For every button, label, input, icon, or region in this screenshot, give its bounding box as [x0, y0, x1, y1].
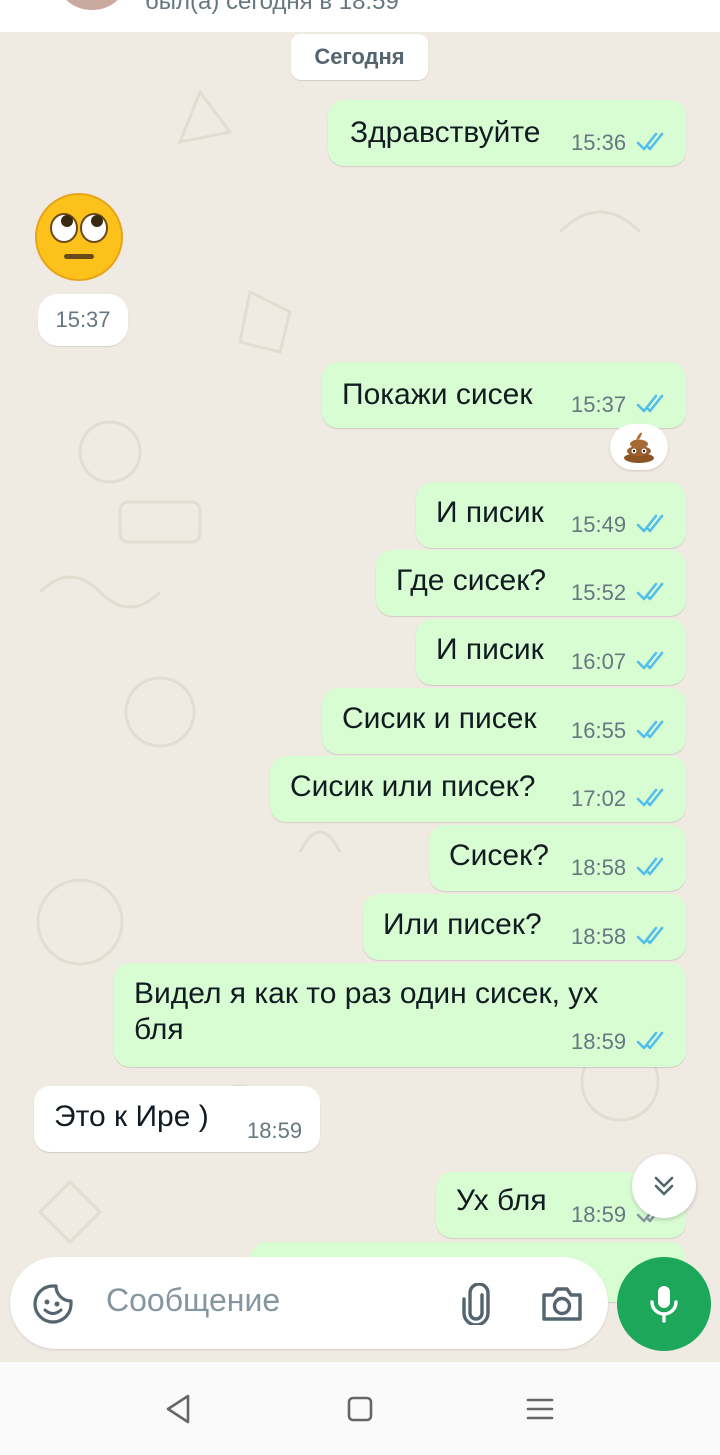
- message-outgoing[interactable]: Видел я как то раз один сисек, ух бля 18…: [114, 963, 686, 1067]
- message-text: Ух бля: [456, 1184, 547, 1217]
- message-time: 15:49: [571, 512, 627, 537]
- message-text: И писик: [436, 496, 544, 529]
- nav-home-icon[interactable]: [343, 1392, 377, 1426]
- message-outgoing[interactable]: Или писек? 18:58: [363, 894, 686, 960]
- message-text: Сисек?: [449, 839, 549, 872]
- message-outgoing[interactable]: Сисек? 18:58: [429, 825, 686, 891]
- message-time: 16:07: [571, 649, 627, 674]
- message-time: 15:36: [571, 130, 627, 155]
- sticker-icon[interactable]: [32, 1283, 74, 1325]
- mic-icon: [650, 1286, 678, 1323]
- attach-icon[interactable]: [458, 1283, 494, 1325]
- read-ticks-icon: [636, 857, 664, 876]
- last-seen-status: был(а) сегодня в 18:59: [145, 0, 399, 15]
- message-text: И писик: [436, 633, 544, 666]
- rolling-eyes-emoji-icon: [35, 193, 123, 281]
- date-divider: Сегодня: [291, 34, 428, 80]
- message-outgoing[interactable]: Где сисек? 15:52: [376, 550, 686, 616]
- read-ticks-icon: [636, 1031, 664, 1050]
- chat-header[interactable]: был(а) сегодня в 18:59: [0, 0, 720, 32]
- message-time: 15:37: [571, 392, 627, 417]
- message-time: 18:58: [571, 924, 627, 949]
- read-ticks-icon: [636, 394, 664, 413]
- message-outgoing[interactable]: И писик 16:07: [416, 619, 686, 685]
- message-outgoing[interactable]: Покажи сисек 15:37: [322, 362, 686, 428]
- message-text: Сисик или писек?: [290, 770, 536, 803]
- poo-icon: [624, 432, 654, 463]
- message-input[interactable]: Сообщение: [106, 1282, 280, 1319]
- message-outgoing[interactable]: Здравствуйте 15:36: [328, 100, 686, 166]
- message-time: 18:58: [571, 855, 627, 880]
- message-outgoing[interactable]: Сисик и писек 16:55: [322, 688, 686, 754]
- message-outgoing[interactable]: Сисик или писек? 17:02: [270, 756, 686, 822]
- chat-area[interactable]: Сегодня Здравствуйте 15:36 15:37 Покажи …: [0, 32, 720, 1362]
- nav-back-icon[interactable]: [162, 1392, 196, 1426]
- read-ticks-icon: [636, 788, 664, 807]
- message-time: 18:59: [571, 1202, 627, 1227]
- message-text-line2: бля: [134, 1013, 184, 1046]
- camera-icon[interactable]: [540, 1285, 584, 1323]
- message-text: Покажи сисек: [342, 378, 533, 411]
- message-time: 17:02: [571, 786, 627, 811]
- message-time: 18:59: [247, 1118, 303, 1143]
- read-ticks-icon: [636, 514, 664, 533]
- message-text: Здравствуйте: [350, 116, 541, 149]
- message-time: 18:59: [571, 1029, 627, 1054]
- avatar[interactable]: [60, 0, 124, 10]
- message-text: Где сисек?: [396, 564, 547, 597]
- read-ticks-icon: [636, 132, 664, 151]
- chevrons-down-icon: [654, 1176, 674, 1196]
- scroll-to-bottom-button[interactable]: [632, 1154, 696, 1218]
- message-text: Или писек?: [383, 908, 542, 941]
- message-composer[interactable]: Сообщение: [10, 1257, 608, 1349]
- message-time: 15:52: [571, 580, 627, 605]
- read-ticks-icon: [636, 720, 664, 739]
- message-text: Сисик и писек: [342, 702, 537, 735]
- message-text: Это к Ире ): [54, 1100, 209, 1133]
- read-ticks-icon: [636, 582, 664, 601]
- read-ticks-icon: [636, 651, 664, 670]
- message-text: Видел я как то раз один сисек, ух: [134, 977, 599, 1010]
- message-outgoing[interactable]: И писик 15:49: [416, 482, 686, 548]
- nav-recents-icon[interactable]: [523, 1392, 557, 1426]
- message-reaction[interactable]: [610, 424, 668, 470]
- read-ticks-icon: [636, 926, 664, 945]
- message-incoming[interactable]: Это к Ире ) 18:59: [34, 1086, 320, 1152]
- emoji-message-time: 15:37: [38, 294, 128, 346]
- message-time: 16:55: [571, 718, 627, 743]
- system-navigation-bar: [0, 1362, 720, 1455]
- voice-message-button[interactable]: [617, 1257, 711, 1351]
